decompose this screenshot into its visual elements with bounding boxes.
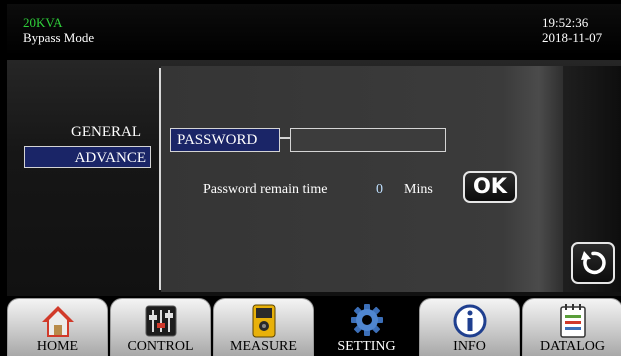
log-icon — [559, 304, 586, 338]
ok-button[interactable]: OK — [463, 171, 517, 203]
tab-label: INFO — [453, 339, 486, 354]
tab-measure[interactable]: MEASURE — [213, 298, 314, 356]
remain-time-unit: Mins — [404, 182, 433, 197]
mode-label: Bypass Mode — [23, 30, 95, 45]
tab-info[interactable]: INFO — [419, 298, 520, 356]
model-label: 20KVA — [23, 15, 63, 30]
refresh-icon — [581, 251, 606, 275]
meter-icon — [252, 304, 275, 338]
tab-label: DATALOG — [540, 339, 605, 354]
connector-line — [280, 137, 290, 139]
tab-label: CONTROL — [127, 339, 194, 354]
status-header: 20KVA Bypass Mode 19:52:36 2018-11-07 — [7, 4, 621, 56]
password-label: PASSWORD — [170, 128, 280, 152]
menu-item-advance[interactable]: ADVANCE — [24, 146, 151, 168]
tab-label: MEASURE — [230, 339, 297, 354]
remain-time-label: Password remain time — [203, 182, 328, 197]
home-icon — [41, 306, 74, 337]
clock-date: 2018-11-07 — [542, 30, 603, 45]
control-sliders-icon — [145, 305, 176, 337]
tab-label: SETTING — [337, 339, 396, 354]
tab-datalog[interactable]: DATALOG — [522, 298, 621, 356]
remain-time-value: 0 — [376, 182, 383, 197]
password-input[interactable] — [290, 128, 446, 152]
tab-label: HOME — [36, 339, 79, 354]
screen: 20KVA Bypass Mode 19:52:36 2018-11-07 GE… — [7, 4, 621, 356]
menu-item-general[interactable]: GENERAL — [47, 124, 141, 141]
refresh-button[interactable] — [571, 242, 615, 284]
gear-icon — [350, 304, 383, 336]
tab-control[interactable]: CONTROL — [110, 298, 211, 356]
info-icon — [453, 304, 486, 338]
tab-home[interactable]: HOME — [7, 298, 108, 356]
settings-main: GENERAL ADVANCE PASSWORD Password remain… — [7, 60, 621, 296]
bottom-nav: HOME CONTROL MEASURE SETTING INFO DATALO… — [7, 296, 621, 356]
clock-time: 19:52:36 — [542, 15, 589, 30]
tab-setting[interactable]: SETTING — [316, 298, 417, 356]
